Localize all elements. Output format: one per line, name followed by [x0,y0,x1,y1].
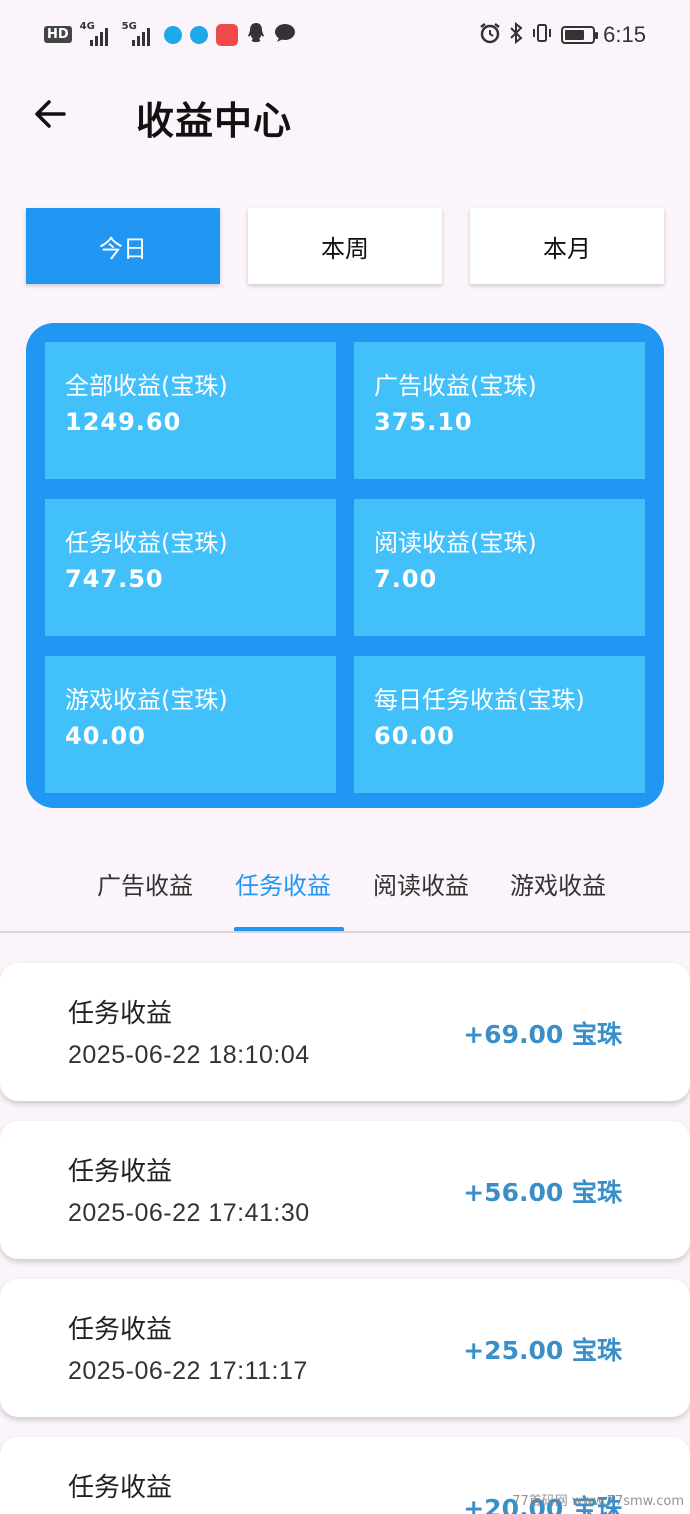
summary-label: 每日任务收益(宝珠) [374,686,585,714]
list-item[interactable]: 任务收益 2025-06-22 18:10:04 +69.00 宝珠 [0,963,690,1101]
amount-unit: 宝珠 [571,1336,622,1365]
record-time: 2025-06-22 17:11:17 [68,1357,308,1385]
back-button[interactable] [28,92,72,136]
summary-value: 375.10 [374,408,473,436]
record-title: 任务收益 [68,999,173,1029]
tab-today[interactable]: 今日 [26,208,220,284]
tab-reading-earnings[interactable]: 阅读收益 [373,866,469,901]
status-bar: HD 4G 5G 6:15 [0,0,690,76]
arrow-left-icon [35,100,66,128]
amount-value: +25.00 [463,1336,564,1365]
summary-value: 60.00 [374,722,455,750]
signal-icon: 4G [80,21,114,46]
summary-cell-total: 全部收益(宝珠) 1249.60 [45,342,336,479]
amount-value: +69.00 [463,1020,564,1049]
page: HD 4G 5G 6:15 收益中心 今日 本周 本月 全部收益(宝珠) 124… [0,0,690,1514]
earnings-summary-card: 全部收益(宝珠) 1249.60 广告收益(宝珠) 375.10 任务收益(宝珠… [26,323,664,808]
list-item[interactable]: 任务收益 2025-06-22 17:41:30 +56.00 宝珠 [0,1121,690,1259]
record-amount: +25.00 宝珠 [463,1331,622,1367]
amount-unit: 宝珠 [571,1020,622,1049]
summary-value: 7.00 [374,565,438,593]
app-notification-icon [215,23,238,46]
summary-label: 全部收益(宝珠) [65,372,228,400]
signal-icon: 5G [122,21,156,46]
app-notification-icon [189,25,208,44]
tab-task-earnings[interactable]: 任务收益 [235,866,331,901]
record-title: 任务收益 [68,1473,173,1503]
summary-cell-games: 游戏收益(宝珠) 40.00 [45,656,336,793]
record-title: 任务收益 [68,1315,173,1345]
clock-time: 6:15 [603,22,646,47]
status-left: HD 4G 5G [44,21,296,47]
tab-this-month[interactable]: 本月 [470,208,664,284]
app-notification-icon [163,25,182,44]
tab-this-week[interactable]: 本周 [248,208,442,284]
page-title: 收益中心 [136,99,293,143]
list-item[interactable]: 任务收益 2025-06-22 17:11:17 +25.00 宝珠 [0,1279,690,1417]
vibrate-icon [531,22,553,48]
amount-unit: 宝珠 [571,1178,622,1207]
summary-value: 1249.60 [65,408,182,436]
record-time: 2025-06-22 17:41:30 [68,1199,310,1227]
record-time: 2025-06-22 18:10:04 [68,1041,310,1069]
record-title: 任务收益 [68,1157,173,1187]
battery-icon [561,26,599,44]
watermark: 77首码网 www.77smw.com [512,1494,684,1509]
summary-label: 任务收益(宝珠) [65,529,228,557]
summary-cell-tasks: 任务收益(宝珠) 747.50 [45,499,336,636]
status-right: 6:15 [479,21,646,48]
bluetooth-icon [509,21,523,48]
tab-ad-earnings[interactable]: 广告收益 [97,866,193,901]
summary-label: 游戏收益(宝珠) [65,686,228,714]
chat-bubble-icon [274,23,296,46]
divider [0,931,690,933]
qq-icon [246,22,266,47]
summary-cell-daily-tasks: 每日任务收益(宝珠) 60.00 [354,656,645,793]
summary-cell-reading: 阅读收益(宝珠) 7.00 [354,499,645,636]
summary-label: 广告收益(宝珠) [374,372,537,400]
summary-label: 阅读收益(宝珠) [374,529,537,557]
record-amount: +69.00 宝珠 [463,1015,622,1051]
summary-value: 747.50 [65,565,164,593]
tab-game-earnings[interactable]: 游戏收益 [510,866,606,901]
summary-cell-ads: 广告收益(宝珠) 375.10 [354,342,645,479]
amount-value: +56.00 [463,1178,564,1207]
summary-value: 40.00 [65,722,146,750]
record-amount: +56.00 宝珠 [463,1173,622,1209]
alarm-icon [479,22,501,48]
hd-badge: HD [44,26,72,43]
